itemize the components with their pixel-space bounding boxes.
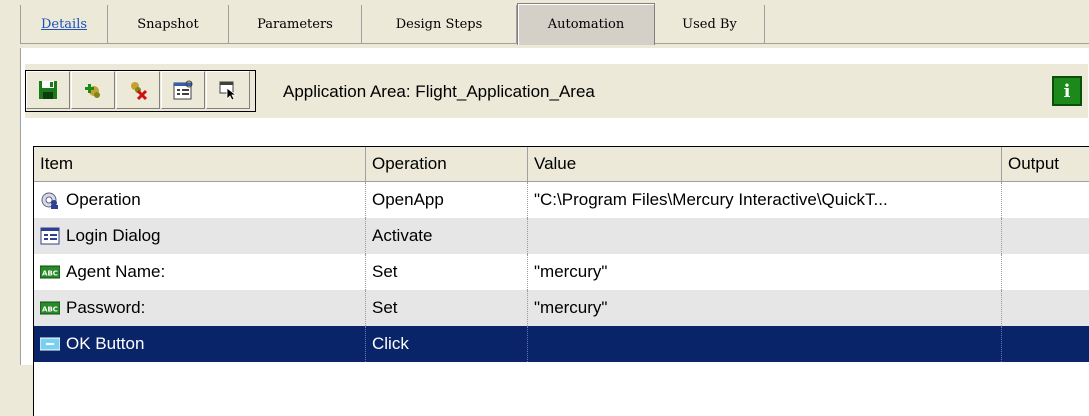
item-label: Login Dialog <box>66 226 161 245</box>
output-cell[interactable] <box>1002 254 1089 290</box>
info-button[interactable]: i <box>1052 76 1082 106</box>
save-icon <box>39 81 57 99</box>
column-header-value[interactable]: Value <box>528 147 1002 181</box>
output-cell[interactable] <box>1002 218 1089 254</box>
operation-icon <box>41 192 58 209</box>
info-icon: i <box>1063 80 1071 102</box>
svg-text:ABC: ABC <box>42 306 58 314</box>
table-row[interactable]: Operation OpenApp "C:\Program Files\Merc… <box>34 182 1089 218</box>
output-cell[interactable] <box>1002 326 1089 362</box>
properties-button[interactable] <box>161 71 205 109</box>
grid-header: Item Operation Value Output <box>34 147 1089 182</box>
operation-cell[interactable]: OpenApp <box>366 182 528 218</box>
output-cell[interactable] <box>1002 182 1089 218</box>
save-button[interactable] <box>26 71 70 109</box>
toolbar-button-group <box>25 70 256 112</box>
table-row-selected[interactable]: OK Button Click <box>34 326 1089 362</box>
add-item-icon <box>85 84 100 98</box>
column-header-item[interactable]: Item <box>34 147 366 181</box>
column-header-output[interactable]: Output <box>1002 147 1089 181</box>
table-row[interactable]: Login Dialog Activate <box>34 218 1089 254</box>
item-cell[interactable]: Login Dialog <box>34 218 366 254</box>
toolbar: Application Area: Flight_Application_Are… <box>25 64 1088 118</box>
value-cell[interactable]: "mercury" <box>528 290 1002 326</box>
item-label: OK Button <box>66 334 145 353</box>
item-cell[interactable]: ABC Password: <box>34 290 366 326</box>
value-cell[interactable]: "mercury" <box>528 254 1002 290</box>
operation-cell[interactable]: Set <box>366 290 528 326</box>
tab-snapshot[interactable]: Snapshot <box>108 5 229 43</box>
delete-item-icon <box>131 82 148 101</box>
select-object-icon <box>219 81 238 101</box>
tab-used-by[interactable]: Used By <box>655 5 765 43</box>
edit-field-icon: ABC <box>40 265 60 279</box>
output-cell[interactable] <box>1002 290 1089 326</box>
dialog-icon <box>40 227 60 245</box>
item-label: Operation <box>66 190 141 209</box>
select-object-button[interactable] <box>206 71 250 109</box>
tab-details[interactable]: Details <box>20 5 108 43</box>
item-cell[interactable]: Operation <box>34 182 366 218</box>
svg-text:ABC: ABC <box>42 270 58 278</box>
value-cell[interactable] <box>528 218 1002 254</box>
tab-automation[interactable]: Automation <box>517 3 655 45</box>
tab-parameters[interactable]: Parameters <box>229 5 362 43</box>
delete-step-button[interactable] <box>116 71 160 109</box>
column-header-operation[interactable]: Operation <box>366 147 528 181</box>
tab-bar: Details Snapshot Parameters Design Steps… <box>0 0 1089 45</box>
operation-cell[interactable]: Activate <box>366 218 528 254</box>
value-cell[interactable]: "C:\Program Files\Mercury Interactive\Qu… <box>528 182 1002 218</box>
add-step-button[interactable] <box>71 71 115 109</box>
application-area-label: Application Area: Flight_Application_Are… <box>283 82 595 101</box>
properties-icon <box>173 80 193 100</box>
button-icon <box>40 337 60 351</box>
operation-cell[interactable]: Click <box>366 326 528 362</box>
tab-design-steps[interactable]: Design Steps <box>362 5 517 43</box>
edit-field-icon: ABC <box>40 301 60 315</box>
item-cell[interactable]: ABC Agent Name: <box>34 254 366 290</box>
value-cell[interactable] <box>528 326 1002 362</box>
steps-grid: Item Operation Value Output Operation Op… <box>33 146 1089 416</box>
item-cell[interactable]: OK Button <box>34 326 366 362</box>
item-label: Agent Name: <box>66 262 166 281</box>
table-row[interactable]: ABC Password: Set "mercury" <box>34 290 1089 326</box>
table-row[interactable]: ABC Agent Name: Set "mercury" <box>34 254 1089 290</box>
operation-cell[interactable]: Set <box>366 254 528 290</box>
item-label: Password: <box>66 298 146 317</box>
